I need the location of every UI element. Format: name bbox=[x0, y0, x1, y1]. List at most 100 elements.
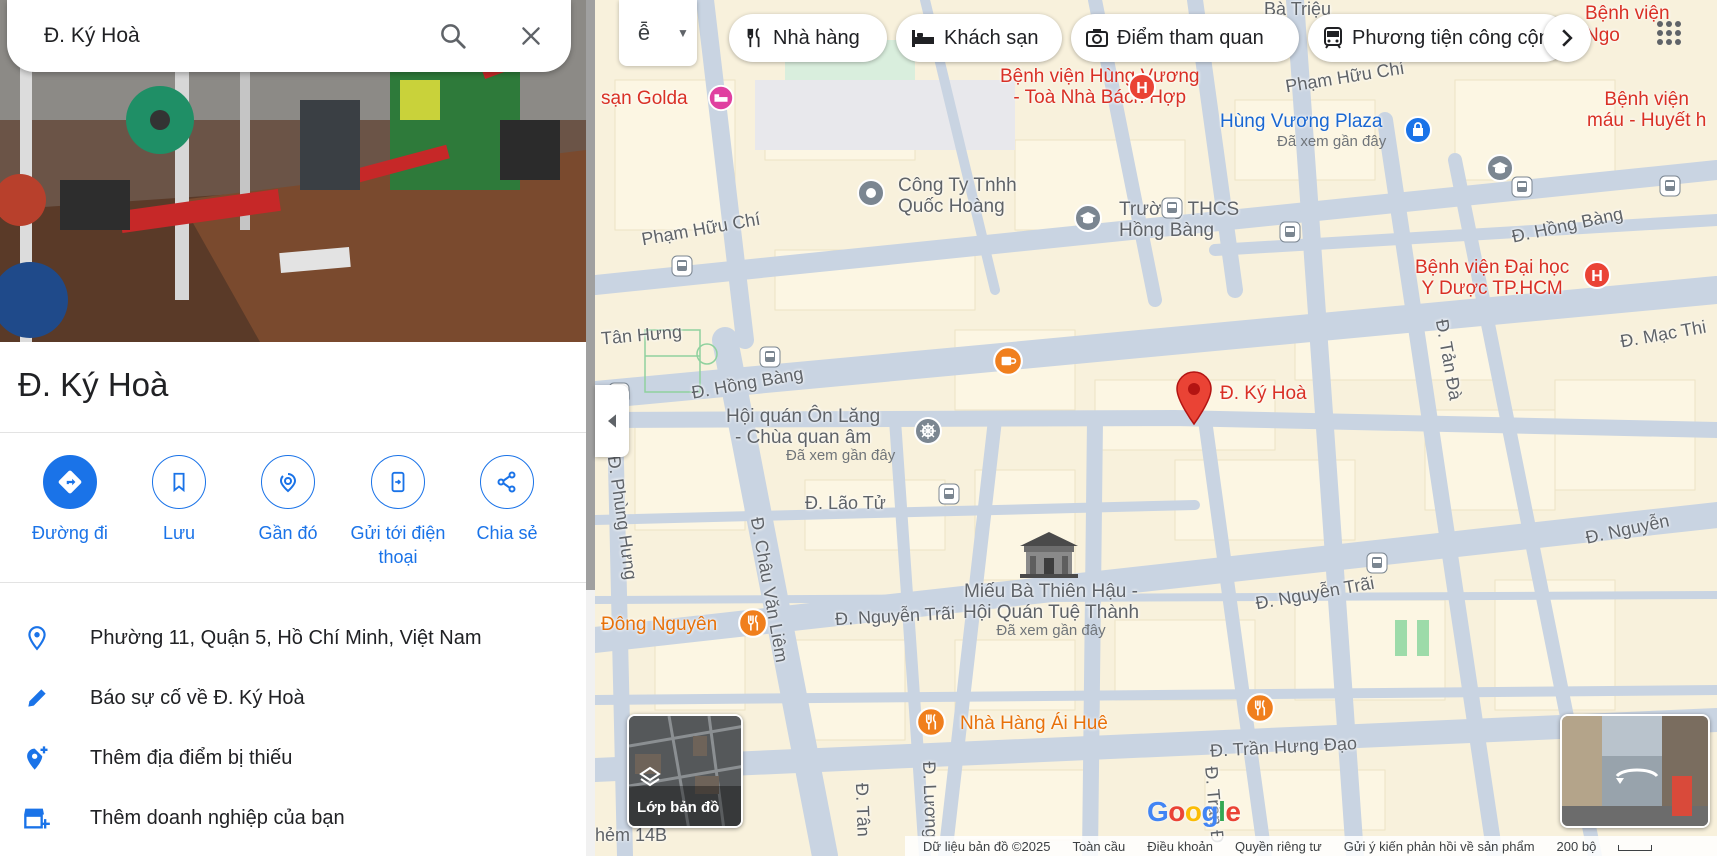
feedback-link[interactable]: Gửi ý kiến phản hồi về sản phẩm bbox=[1344, 839, 1535, 854]
school-icon[interactable] bbox=[1073, 203, 1103, 238]
scale-bar bbox=[1618, 844, 1653, 851]
terms-link[interactable]: Điều khoản bbox=[1147, 839, 1213, 854]
scrollbar-thumb[interactable] bbox=[586, 0, 595, 590]
poi-bv-dai-hoc[interactable]: Bệnh viện Đại học Y Dược TP.HCM bbox=[1415, 257, 1569, 300]
selected-location-pin[interactable] bbox=[1174, 370, 1214, 431]
report-issue-text: Báo sự cố về Đ. Ký Hoà bbox=[90, 686, 305, 709]
road-label-lao-tu: Đ. Lão Tử bbox=[805, 493, 886, 513]
search-icon[interactable] bbox=[435, 18, 471, 54]
map-footer: Dữ liệu bản đồ ©2025 Toàn cầu Điều khoản… bbox=[905, 836, 1717, 856]
keyboard-input-icon[interactable]: ê̄ bbox=[619, 20, 669, 46]
save-label: Lưu bbox=[162, 523, 196, 543]
add-missing-place-row[interactable]: Thêm địa điểm bị thiếu bbox=[0, 730, 586, 786]
hotel-icon[interactable] bbox=[707, 84, 735, 117]
location-pin-icon bbox=[0, 623, 74, 653]
road-label-luong: Đ. Lương bbox=[919, 761, 942, 839]
nearby-icon bbox=[261, 455, 315, 509]
scale-label[interactable]: 200 bộ bbox=[1557, 839, 1653, 854]
road-label-hem: hẻm 14B bbox=[595, 825, 668, 845]
map-layers-button[interactable]: Lớp bản đồ bbox=[627, 714, 743, 828]
bus-stop-icon[interactable] bbox=[1161, 197, 1183, 224]
restaurant-marker-icon[interactable] bbox=[915, 706, 947, 743]
chip-transit[interactable]: Phương tiện công cộng bbox=[1308, 14, 1568, 62]
bus-stop-icon[interactable] bbox=[671, 255, 693, 282]
poi-hung-vuong-hospital[interactable]: Bệnh viện Hùng Vương - Toà Nhà Bách Hợp bbox=[1000, 66, 1199, 109]
transit-icon bbox=[1324, 27, 1342, 49]
save-button[interactable]: Lưu bbox=[124, 455, 234, 545]
street-view-thumbnail bbox=[1562, 716, 1708, 826]
poi-san-golda[interactable]: sạn Golda bbox=[601, 88, 688, 110]
poi-nha-hang-ai-hue[interactable]: Nhà Hàng Ái Huê bbox=[960, 713, 1108, 735]
bus-stop-icon[interactable] bbox=[1279, 221, 1301, 248]
add-business-text: Thêm doanh nghiệp của bạn bbox=[90, 806, 345, 829]
chip-restaurants[interactable]: Nhà hàng bbox=[729, 14, 887, 62]
send-to-phone-button[interactable]: Gửi tới điện thoại bbox=[343, 455, 453, 569]
input-tools-toggle[interactable]: ê̄ ▼ bbox=[619, 0, 697, 66]
restaurant-icon bbox=[747, 27, 760, 48]
chip-label: Nhà hàng bbox=[773, 26, 860, 49]
apps-grid-icon[interactable] bbox=[1656, 20, 1682, 51]
cafe-icon[interactable] bbox=[992, 345, 1024, 382]
search-box bbox=[7, 0, 571, 72]
nearby-button[interactable]: Gần đó bbox=[233, 455, 343, 545]
google-logo: Google bbox=[1147, 796, 1241, 827]
bus-stop-icon[interactable] bbox=[1366, 552, 1388, 579]
map-canvas[interactable]: Phạm Hữu Chí Phạm Hữu Chí Đ. Hồng Bàng Đ… bbox=[595, 0, 1717, 856]
hospital-icon[interactable]: H bbox=[1582, 260, 1612, 295]
pin-label: Đ. Ký Hoà bbox=[1220, 383, 1307, 404]
directions-button[interactable]: Đường đi bbox=[15, 455, 125, 545]
hospital-icon[interactable]: H bbox=[1127, 72, 1157, 107]
svg-text:H: H bbox=[1591, 268, 1603, 285]
poi-bv-mau[interactable]: Bệnh viện máu - Huyết h bbox=[1587, 89, 1706, 132]
chevron-left-icon bbox=[608, 414, 616, 428]
global-link[interactable]: Toàn cầu bbox=[1072, 839, 1125, 854]
restaurant-marker-icon[interactable] bbox=[1244, 692, 1276, 729]
send-to-phone-label: Gửi tới điện thoại bbox=[350, 523, 446, 567]
share-button[interactable]: Chia sẻ bbox=[452, 455, 562, 545]
chevron-down-icon[interactable]: ▼ bbox=[669, 26, 697, 40]
add-missing-place-text: Thêm địa điểm bị thiếu bbox=[90, 746, 293, 769]
hotel-icon bbox=[912, 30, 934, 47]
poi-mieu-ba[interactable]: Miếu Bà Thiên Hậu - Hội Quán Tuệ Thành bbox=[963, 581, 1139, 624]
chip-label: Điểm tham quan bbox=[1117, 26, 1264, 49]
seen-recently-label: Đã xem gần đây bbox=[1277, 133, 1387, 150]
shopping-icon[interactable] bbox=[1403, 115, 1433, 150]
bus-stop-icon[interactable] bbox=[759, 346, 781, 373]
landmark-icon[interactable] bbox=[1016, 530, 1082, 583]
place-icon[interactable] bbox=[856, 178, 886, 213]
chip-hotels[interactable]: Khách sạn bbox=[896, 14, 1062, 62]
poi-cong-ty[interactable]: Công Ty Tnhh Quốc Hoàng bbox=[898, 175, 1017, 218]
add-business-row[interactable]: Thêm doanh nghiệp của bạn bbox=[0, 790, 586, 846]
road-label-tan: Đ. Tân bbox=[851, 782, 874, 838]
chip-attractions[interactable]: Điểm tham quan bbox=[1071, 14, 1299, 62]
close-icon[interactable] bbox=[513, 18, 549, 54]
panel-scrollbar[interactable] bbox=[586, 0, 595, 856]
bus-stop-icon[interactable] bbox=[1659, 175, 1681, 202]
poi-hung-vuong-plaza[interactable]: Hùng Vương Plaza bbox=[1220, 111, 1383, 133]
share-icon bbox=[480, 455, 534, 509]
poi-hoi-quan[interactable]: Hội quán Ôn Lăng - Chùa quan âm bbox=[726, 406, 880, 449]
bus-stop-icon[interactable] bbox=[938, 483, 960, 510]
bookmark-icon bbox=[152, 455, 206, 509]
layers-icon bbox=[639, 766, 661, 793]
divider bbox=[0, 582, 586, 583]
directions-icon bbox=[43, 455, 97, 509]
restaurant-marker-icon[interactable] bbox=[737, 607, 769, 644]
report-issue-row[interactable]: Báo sự cố về Đ. Ký Hoà bbox=[0, 670, 586, 726]
divider bbox=[0, 432, 586, 433]
bus-stop-icon[interactable] bbox=[1511, 176, 1533, 203]
search-input[interactable] bbox=[44, 24, 434, 48]
poi-dong-nguyen[interactable]: Đông Nguyên bbox=[601, 614, 717, 636]
chips-next-button[interactable] bbox=[1543, 14, 1591, 62]
chip-label: Khách sạn bbox=[944, 26, 1039, 49]
collapse-panel-button[interactable] bbox=[595, 385, 629, 457]
chevron-right-icon bbox=[1562, 29, 1573, 47]
share-label: Chia sẻ bbox=[476, 523, 538, 543]
camera-icon bbox=[1086, 29, 1108, 47]
street-view-button[interactable] bbox=[1560, 714, 1710, 828]
privacy-link[interactable]: Quyền riêng tư bbox=[1235, 839, 1322, 854]
temple-icon[interactable] bbox=[913, 416, 943, 451]
address-row[interactable]: Phường 11, Quận 5, Hồ Chí Minh, Việt Nam bbox=[0, 610, 586, 666]
seen-recently-label: Đã xem gần đây bbox=[786, 447, 896, 464]
place-panel: Đ. Ký Hoà Đường đi Lưu Gần đó Gửi tới đi… bbox=[0, 0, 586, 856]
